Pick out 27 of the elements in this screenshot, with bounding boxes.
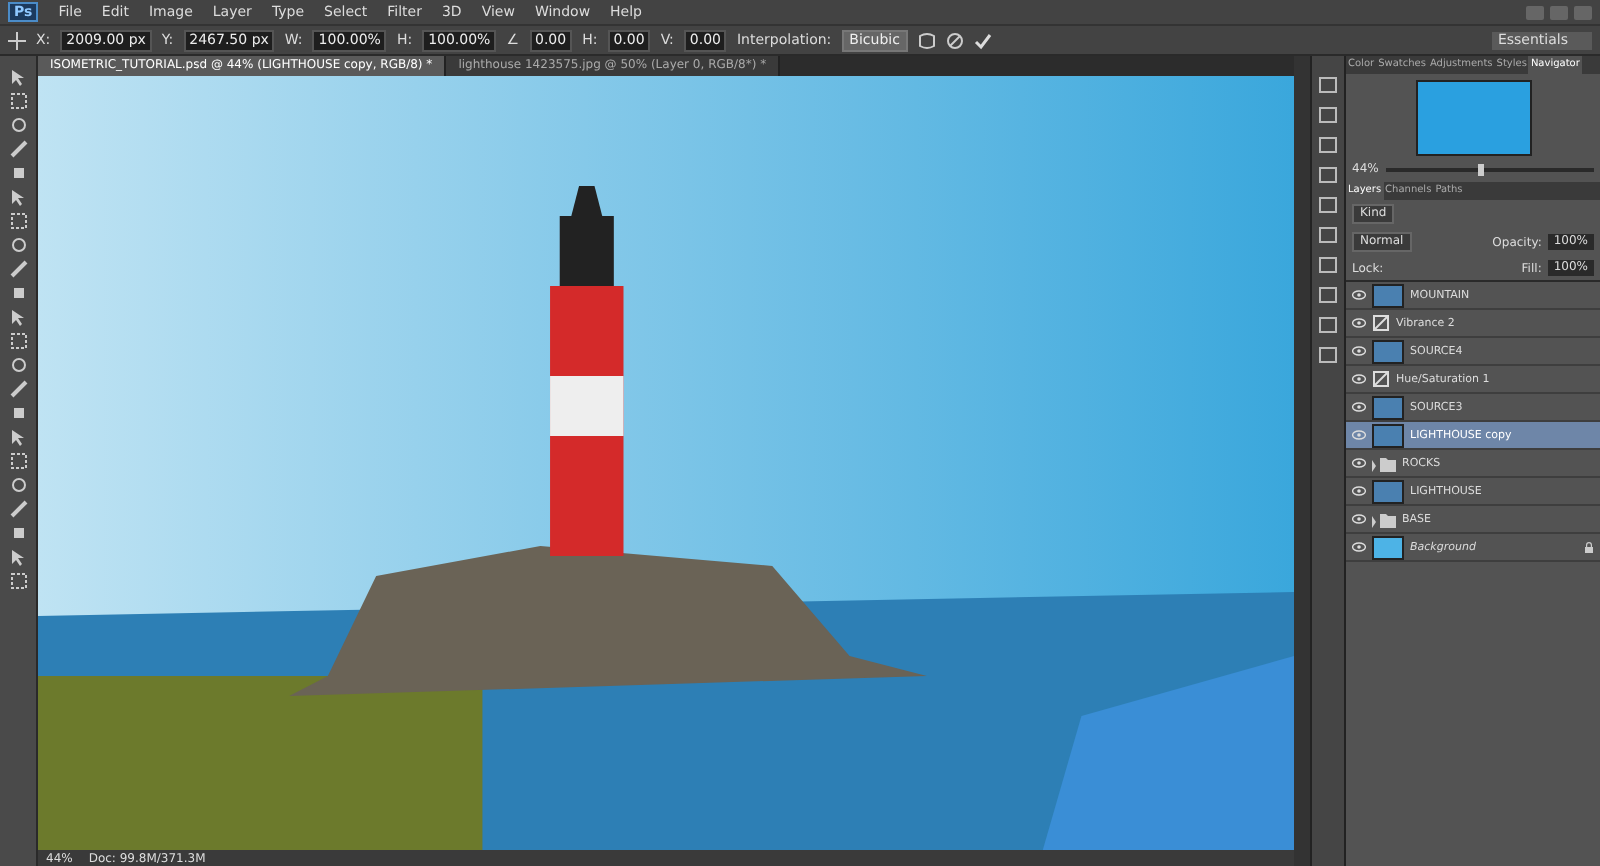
layer-thumbnail bbox=[1372, 535, 1404, 559]
eye-icon[interactable] bbox=[1352, 290, 1366, 300]
adjustment-icon bbox=[1372, 370, 1390, 388]
navigator-thumbnail[interactable] bbox=[1415, 80, 1531, 156]
vertical-scrollbar[interactable] bbox=[1294, 56, 1310, 866]
cancel-icon[interactable] bbox=[945, 31, 964, 49]
eye-icon[interactable] bbox=[1352, 430, 1366, 440]
eye-icon[interactable] bbox=[1352, 542, 1366, 552]
eye-icon[interactable] bbox=[1352, 374, 1366, 384]
eye-icon[interactable] bbox=[1352, 402, 1366, 412]
eye-icon[interactable] bbox=[1352, 486, 1366, 496]
layer-thumbnail bbox=[1372, 423, 1404, 447]
lock-icon bbox=[1584, 541, 1594, 553]
zoom-slider-thumb[interactable] bbox=[1477, 163, 1484, 175]
warp-icon[interactable] bbox=[917, 31, 936, 49]
eye-icon[interactable] bbox=[1352, 318, 1366, 328]
folder-icon bbox=[1372, 455, 1396, 471]
eye-icon[interactable] bbox=[1352, 458, 1366, 468]
eye-icon[interactable] bbox=[1352, 346, 1366, 356]
adjustment-icon bbox=[1372, 314, 1390, 332]
layer-thumbnail bbox=[1372, 479, 1404, 503]
move-tool-icon[interactable] bbox=[8, 31, 26, 49]
checkmark-icon[interactable] bbox=[973, 31, 992, 49]
layer-thumbnail bbox=[1372, 339, 1404, 363]
eye-icon[interactable] bbox=[1352, 514, 1366, 524]
layer-thumbnail bbox=[1372, 395, 1404, 419]
folder-icon bbox=[1372, 511, 1396, 527]
